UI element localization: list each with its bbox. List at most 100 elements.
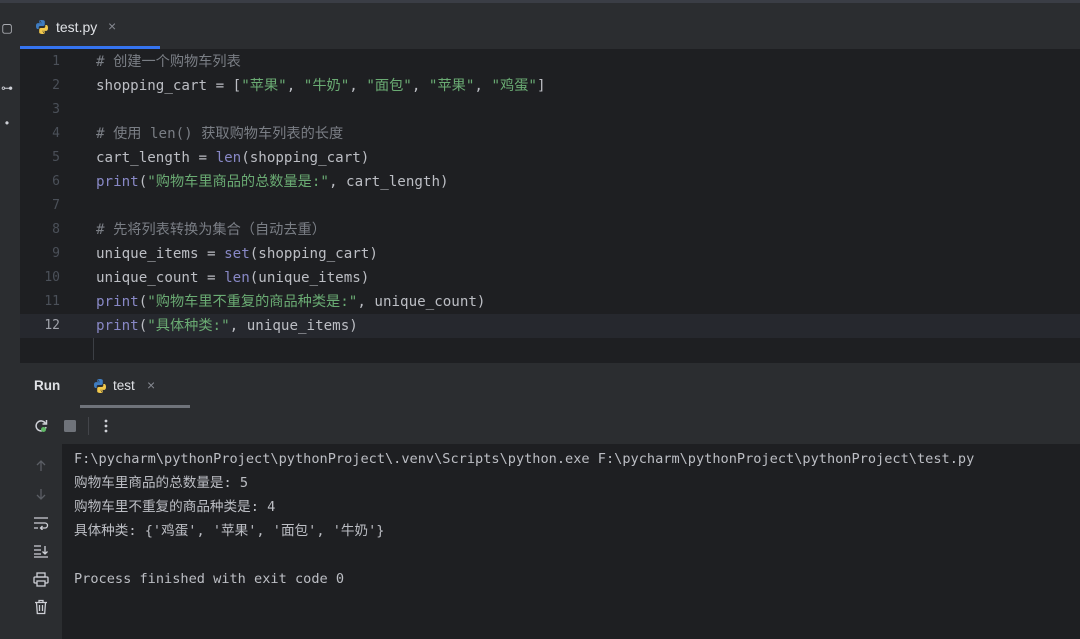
run-tab-label: test: [113, 378, 135, 393]
code-token: "面包": [366, 78, 412, 94]
code-token: (shopping_cart): [249, 246, 378, 262]
line-number: 3: [52, 102, 60, 117]
scroll-up-button[interactable]: [31, 456, 51, 476]
line-number: 12: [44, 318, 60, 333]
line-number: 9: [52, 246, 60, 261]
stop-button[interactable]: [60, 416, 80, 436]
code-token: "具体种类:": [147, 318, 230, 334]
active-tab-indicator: [20, 46, 160, 49]
code-token: "苹果": [241, 78, 287, 94]
console-line: F:\pycharm\pythonProject\pythonProject\.…: [74, 451, 975, 467]
code-token: "牛奶": [303, 78, 350, 94]
line-number: 5: [52, 150, 60, 165]
code-token: "购物车里不重复的商品种类是:": [147, 294, 358, 310]
run-tab-test[interactable]: test ×: [80, 363, 190, 408]
code-token: print: [96, 318, 139, 334]
stop-icon: [64, 420, 76, 432]
code-token: (: [138, 174, 148, 190]
code-token: "苹果": [428, 78, 475, 94]
code-token: ,: [349, 78, 367, 94]
code-token: "鸡蛋": [491, 78, 537, 94]
scroll-to-end-icon: [34, 545, 48, 558]
code-text: print("购物车里不重复的商品种类是:", unique_count): [96, 290, 485, 314]
line-number: 6: [52, 174, 60, 189]
console-output[interactable]: F:\pycharm\pythonProject\pythonProject\.…: [62, 444, 1080, 639]
code-line[interactable]: 10 unique_count = len(unique_items): [20, 266, 1080, 290]
console-line: 购物车里商品的总数量是: 5: [74, 475, 249, 491]
structure-tool-icon[interactable]: ⊶: [0, 81, 14, 95]
code-text: # 创建一个购物车列表: [96, 50, 241, 74]
editor-tab-test-py[interactable]: test.py ×: [20, 3, 160, 49]
code-token: unique_count =: [96, 270, 225, 286]
code-token: (shopping_cart): [241, 150, 370, 166]
code-line[interactable]: 9 unique_items = set(shopping_cart): [20, 242, 1080, 266]
code-line[interactable]: 7: [20, 194, 1080, 218]
console-line: 具体种类: {'鸡蛋', '苹果', '面包', '牛奶'}: [74, 523, 385, 539]
code-token: # 先将列表转换为集合（自动去重）: [96, 222, 326, 238]
run-panel-header: Run test ×: [20, 362, 1080, 408]
code-token: , unique_count): [357, 294, 486, 310]
code-token: ,: [411, 78, 429, 94]
editor-tab-close-icon[interactable]: ×: [108, 18, 116, 34]
console-line: 购物车里不重复的商品种类是: 4: [74, 499, 276, 515]
scroll-down-button[interactable]: [31, 484, 51, 504]
code-text: unique_items = set(shopping_cart): [96, 242, 378, 266]
arrow-up-icon: [36, 460, 46, 471]
code-token: (unique_items): [249, 270, 370, 286]
line-number: 1: [52, 54, 60, 69]
code-line[interactable]: 5 cart_length = len(shopping_cart): [20, 146, 1080, 170]
console-side-toolbar: [20, 444, 62, 639]
scroll-to-end-button[interactable]: [31, 541, 51, 561]
code-token: shopping_cart = [: [96, 78, 242, 94]
run-panel-title: Run: [34, 378, 61, 393]
code-line[interactable]: 8 # 先将列表转换为集合（自动去重）: [20, 218, 1080, 242]
code-editor[interactable]: 1 # 创建一个购物车列表 2 shopping_cart = ["苹果", "牛奶"…: [20, 50, 1080, 361]
line-number: 11: [44, 294, 60, 309]
rerun-button[interactable]: [31, 416, 51, 436]
code-line[interactable]: 2 shopping_cart = ["苹果", "牛奶", "面包", "苹果"…: [20, 74, 1080, 98]
line-number: 7: [52, 198, 60, 213]
code-token: set: [224, 246, 250, 262]
soft-wrap-button[interactable]: [31, 513, 51, 533]
code-token: unique_items =: [96, 246, 225, 262]
code-token: len: [224, 270, 250, 286]
editor-tab-bar: test.py ×: [20, 3, 1080, 50]
code-token: ,: [286, 78, 304, 94]
code-line[interactable]: 12 print("具体种类:", unique_items): [20, 314, 1080, 338]
code-line[interactable]: 11 print("购物车里不重复的商品种类是:", unique_count): [20, 290, 1080, 314]
code-token: cart_length =: [96, 150, 216, 166]
more-options-button[interactable]: [96, 416, 116, 436]
project-tool-icon[interactable]: ▢: [0, 21, 14, 35]
indent-guide: [93, 338, 94, 360]
code-token: # 创建一个购物车列表: [96, 54, 241, 70]
print-button[interactable]: [31, 569, 51, 589]
code-line[interactable]: 3: [20, 98, 1080, 122]
code-line[interactable]: 6 print("购物车里商品的总数量是:", cart_length): [20, 170, 1080, 194]
code-line[interactable]: 1 # 创建一个购物车列表: [20, 50, 1080, 74]
python-run-config-icon: [94, 379, 106, 393]
rerun-icon: [35, 420, 48, 432]
arrow-down-icon: [36, 489, 46, 500]
clear-console-button[interactable]: [31, 597, 51, 617]
console-line: Process finished with exit code 0: [74, 571, 345, 587]
run-tab-close-icon[interactable]: ×: [147, 377, 155, 393]
line-number: 2: [52, 78, 60, 93]
run-toolbar: [20, 408, 1080, 444]
code-token: ,: [474, 78, 492, 94]
code-text: unique_count = len(unique_items): [96, 266, 369, 290]
python-file-icon: [36, 20, 48, 34]
code-token: , cart_length): [328, 174, 449, 190]
soft-wrap-icon: [34, 517, 49, 530]
code-token: ]: [536, 78, 546, 94]
left-tool-strip: ▢ ⊶ •: [0, 3, 21, 639]
code-token: print: [96, 174, 139, 190]
more-tools-icon[interactable]: •: [0, 116, 14, 130]
printer-icon: [33, 571, 49, 587]
code-line[interactable]: 4 # 使用 len() 获取购物车列表的长度: [20, 122, 1080, 146]
code-text: # 使用 len() 获取购物车列表的长度: [96, 122, 343, 146]
trash-icon: [35, 599, 47, 615]
toolbar-separator: [88, 417, 89, 435]
code-token: len: [215, 150, 242, 166]
code-token: , unique_items): [229, 318, 358, 334]
code-token: # 使用 len() 获取购物车列表的长度: [96, 126, 344, 142]
